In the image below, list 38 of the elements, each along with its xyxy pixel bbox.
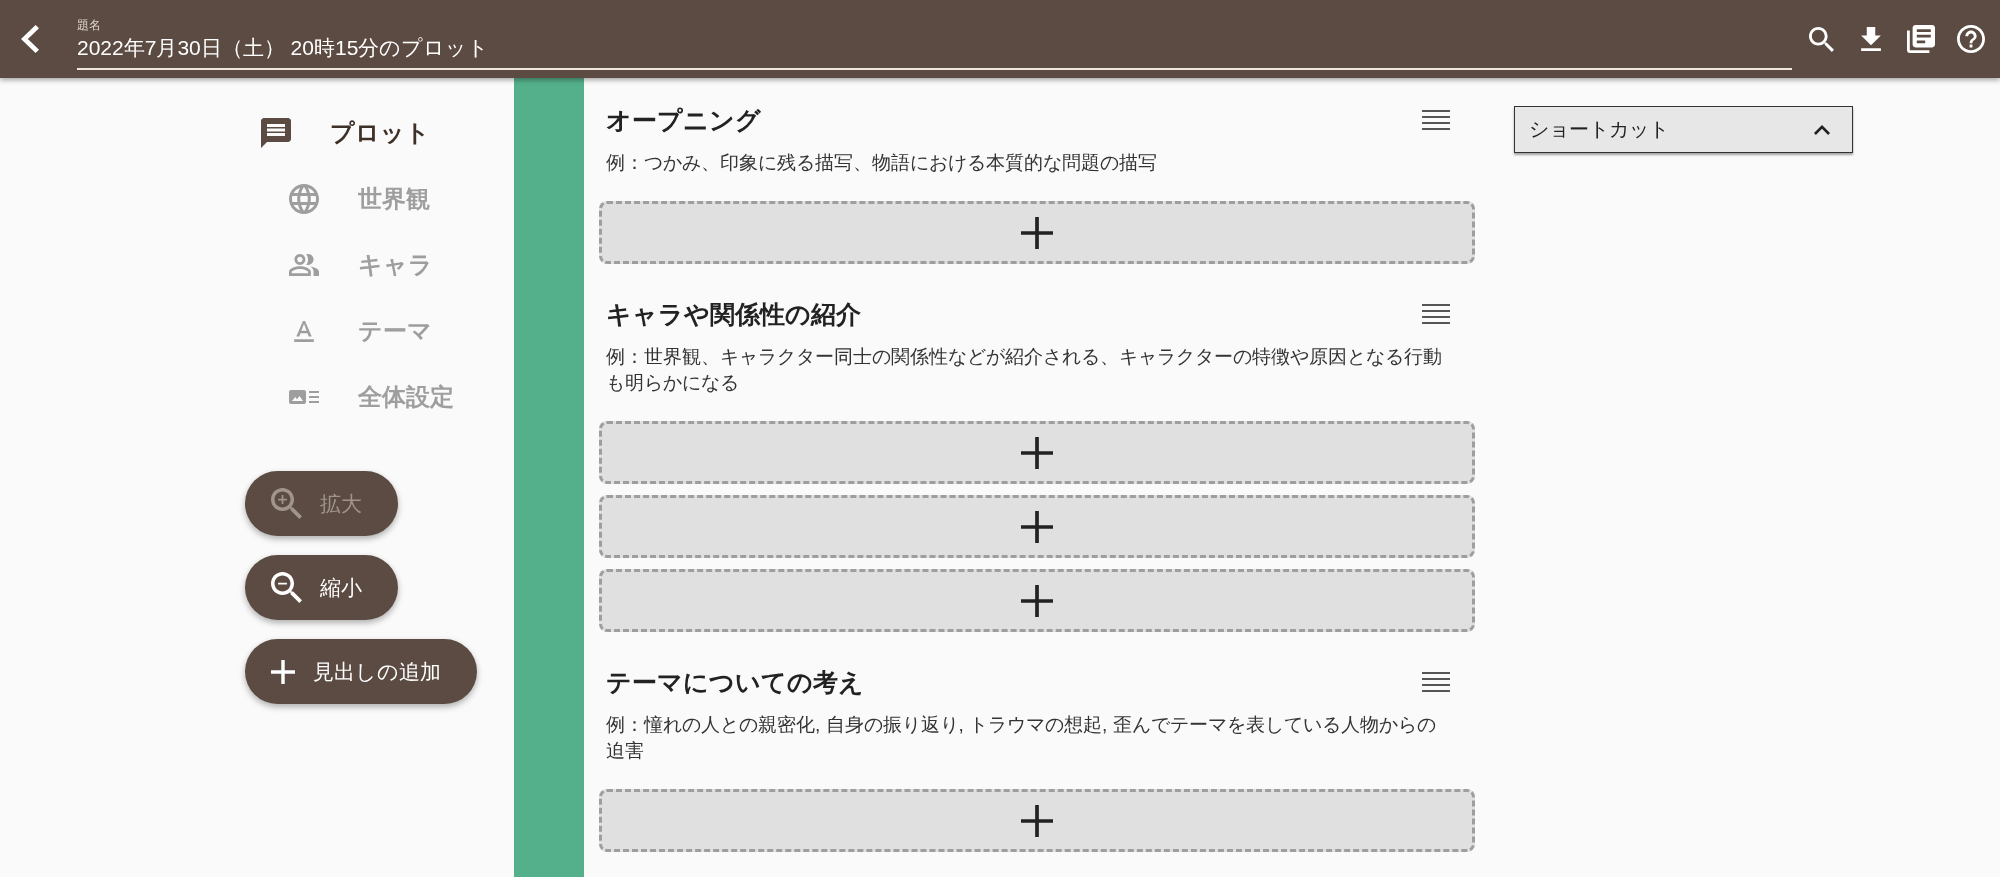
- menu-icon[interactable]: [1422, 304, 1450, 324]
- search-button[interactable]: [1807, 25, 1835, 53]
- title-value: 2022年7月30日（土） 20時15分のプロット: [77, 35, 491, 61]
- section-title: テーマについての考え: [606, 666, 864, 698]
- underlined-letter-icon: [294, 320, 314, 342]
- plus-icon: [271, 659, 295, 684]
- shortcut-panel-header[interactable]: ショートカット: [1514, 106, 1853, 153]
- section-title: キャラや関係性の紹介: [606, 298, 861, 330]
- globe-icon: [289, 184, 319, 214]
- plus-icon: [1021, 436, 1053, 469]
- chat-bubble-icon: [261, 118, 291, 148]
- search-icon: [1808, 26, 1834, 52]
- help-icon: [1957, 25, 1985, 53]
- plus-icon: [1021, 510, 1053, 543]
- help-button[interactable]: [1957, 25, 1985, 53]
- nav-item[interactable]: プロット: [261, 100, 430, 166]
- menu-icon[interactable]: [1422, 110, 1450, 130]
- plus-icon: [1021, 584, 1053, 617]
- section-description: 例：つかみ、印象に残る描写、物語における本質的な問題の描写: [605, 151, 1158, 175]
- plus-icon: [1021, 216, 1053, 249]
- library-button[interactable]: [1907, 25, 1935, 53]
- add-heading-button[interactable]: 見出しの追加: [245, 639, 477, 704]
- image-list-icon: [289, 390, 319, 404]
- zoom-in-icon: [271, 488, 302, 519]
- section-description: 例：世界観、キャラクター同士の関係性などが紹介される、キャラクターの特徴や原因となる行動も明らかになる: [605, 345, 1443, 395]
- menu-icon[interactable]: [1422, 672, 1450, 692]
- field-label: 題名: [77, 17, 102, 33]
- back-button[interactable]: [21, 25, 39, 53]
- people-icon: [289, 254, 319, 276]
- download-icon: [1861, 27, 1881, 51]
- stacked-pages-icon: [1907, 25, 1935, 53]
- section-title: オープニング: [606, 104, 761, 136]
- zoom-out-button[interactable]: 縮小: [245, 555, 398, 620]
- zoom-out-icon: [271, 572, 302, 603]
- title-field[interactable]: 題名 2022年7月30日（土） 20時15分のプロット: [77, 17, 1792, 70]
- chevron-left-icon: [21, 25, 39, 53]
- plus-icon: [1021, 804, 1053, 837]
- section-description: 例：憧れの人との親密化, 自身の振り返り, トラウマの想起, 歪んでテーマを表している人物からの迫害: [605, 713, 1437, 763]
